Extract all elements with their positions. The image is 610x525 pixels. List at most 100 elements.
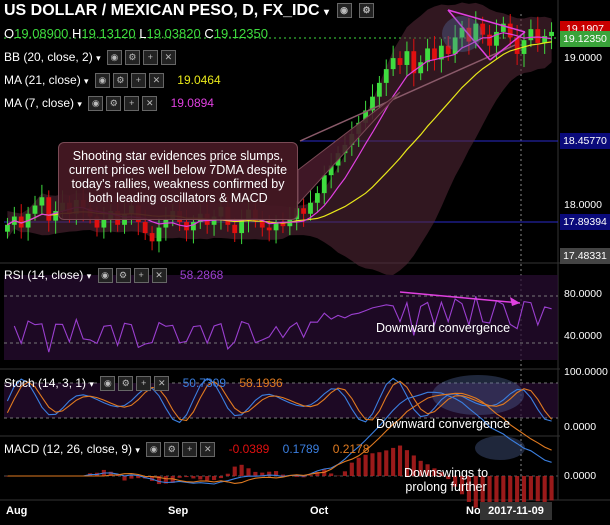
plus-icon[interactable]: + — [142, 50, 158, 66]
candle-body — [535, 29, 541, 43]
macd-histogram-bar — [308, 475, 313, 476]
candle-body — [156, 227, 162, 242]
gear-icon[interactable]: ⚙ — [118, 376, 134, 392]
ma7-value: 19.0894 — [170, 96, 214, 110]
macd-histogram-bar — [370, 453, 375, 476]
macd-histogram-bar — [535, 476, 540, 502]
indicator-rsi[interactable]: RSI (14, close) ▾ ◉ ⚙ + ✕ 58.2868 — [4, 268, 223, 284]
candle-body — [46, 197, 52, 221]
macd-note-line1: Downswings to — [404, 466, 489, 480]
close-icon[interactable]: ✕ — [200, 442, 216, 458]
indicator-stoch[interactable]: Stoch (14, 3, 1) ▾ ◉ ⚙ + ✕ 50.7309 58.1936 — [4, 376, 283, 392]
macd-histogram-bar — [329, 473, 334, 476]
chart-stage: US DOLLAR / MEXICAN PESO, D, FX_IDC ▾ ◉ … — [0, 0, 610, 520]
rsi-band — [4, 275, 558, 360]
macd-signal-value: 0.2178 — [332, 442, 370, 456]
macd-histogram-bar — [521, 476, 527, 505]
macd-histogram-bar — [528, 476, 533, 500]
crosshair-date-tag: 2017-11-09 — [480, 502, 552, 520]
analysis-annotation[interactable]: Shooting star evidences price slumps, cu… — [58, 142, 298, 220]
eye-icon[interactable]: ◉ — [88, 96, 104, 112]
low-value: 19.03820 — [146, 26, 201, 41]
x-label-aug: Aug — [6, 505, 28, 517]
candle-body — [507, 23, 513, 38]
close-icon[interactable]: ✕ — [151, 268, 167, 284]
eye-icon[interactable]: ◉ — [100, 376, 116, 392]
macd-note-line2: prolong further — [405, 480, 487, 494]
candle-body — [308, 202, 313, 214]
close-icon[interactable]: ✕ — [148, 73, 164, 89]
candle-body — [301, 208, 307, 214]
chevron-down-icon[interactable]: ▾ — [77, 99, 82, 109]
chevron-down-icon[interactable]: ▾ — [89, 379, 94, 389]
plus-icon[interactable]: + — [124, 96, 140, 112]
macd-histogram-bar — [184, 476, 189, 478]
ma21-label: MA (21, close) — [4, 73, 81, 87]
ohlc-readout: O19.08900 H19.13120 L19.03820 C19.12350 — [4, 26, 268, 41]
plus-icon[interactable]: + — [133, 268, 149, 284]
macd-histogram-bar — [542, 476, 547, 502]
macd-histogram-bar — [232, 466, 237, 476]
ma7-label: MA (7, close) — [4, 96, 75, 110]
macd-histogram-bar — [356, 457, 361, 476]
price-tag-low: 17.48331 — [560, 248, 610, 264]
candle-body — [314, 193, 320, 203]
indicator-macd[interactable]: MACD (12, 26, close, 9) ▾ ◉ ⚙ + ✕ -0.0389 0… — [4, 442, 370, 458]
plus-icon[interactable]: + — [182, 442, 198, 458]
chevron-down-icon[interactable]: ▾ — [324, 7, 329, 18]
gear-icon[interactable]: ⚙ — [358, 3, 374, 19]
ma21-value: 19.0464 — [177, 73, 221, 87]
indicator-ma21[interactable]: MA (21, close) ▾ ◉ ⚙ + ✕ 19.0464 — [4, 73, 221, 89]
macd-histogram-bar — [239, 464, 244, 476]
plus-icon[interactable]: + — [130, 73, 146, 89]
candle-body — [39, 197, 45, 206]
close-icon[interactable]: ✕ — [142, 96, 158, 112]
x-label-sep: Sep — [168, 505, 189, 517]
macd-histogram-bar — [515, 476, 520, 505]
high-value: 19.13120 — [81, 26, 136, 41]
stoch-d-value: 58.1936 — [239, 376, 283, 390]
gear-icon[interactable]: ⚙ — [164, 442, 180, 458]
gear-icon[interactable]: ⚙ — [115, 268, 131, 284]
rsi-axis-80: 80.0000 — [564, 288, 602, 300]
chevron-down-icon[interactable]: ▾ — [84, 76, 89, 86]
chart-title[interactable]: US DOLLAR / MEXICAN PESO, D, FX_IDC ▾ ◉ … — [4, 2, 374, 20]
x-label-oct: Oct — [310, 505, 329, 517]
price-label-19: 19.0000 — [564, 52, 602, 64]
indicator-bb[interactable]: BB (20, close, 2) ▾ ◉ ⚙ + ✕ — [4, 50, 176, 66]
eye-icon[interactable]: ◉ — [336, 3, 352, 19]
gear-icon[interactable]: ⚙ — [112, 73, 128, 89]
candle-body — [5, 224, 10, 232]
close-label: C — [204, 26, 214, 41]
indicator-ma7[interactable]: MA (7, close) ▾ ◉ ⚙ + ✕ 19.0894 — [4, 96, 214, 112]
chevron-down-icon[interactable]: ▾ — [96, 53, 101, 63]
close-icon[interactable]: ✕ — [160, 50, 176, 66]
macd-histogram-bar — [225, 473, 230, 476]
close-icon[interactable]: ✕ — [154, 376, 170, 392]
candle-body — [528, 29, 534, 41]
eye-icon[interactable]: ◉ — [146, 442, 162, 458]
macd-histogram-bar — [349, 462, 354, 476]
gear-icon[interactable]: ⚙ — [124, 50, 140, 66]
symbol-title: US DOLLAR / MEXICAN PESO, D, FX_IDC — [4, 2, 320, 19]
macd-histogram-bar — [129, 476, 134, 479]
candle-body — [397, 58, 403, 65]
macd-histogram-bar — [377, 452, 382, 476]
candle-body — [376, 82, 382, 97]
candle-body — [383, 69, 389, 83]
plus-icon[interactable]: + — [136, 376, 152, 392]
chevron-down-icon[interactable]: ▾ — [135, 445, 140, 455]
gear-icon[interactable]: ⚙ — [106, 96, 122, 112]
candle-body — [321, 175, 327, 194]
eye-icon[interactable]: ◉ — [106, 50, 122, 66]
chevron-down-icon[interactable]: ▾ — [87, 271, 92, 281]
eye-icon[interactable]: ◉ — [94, 73, 110, 89]
price-tag-current: 19.12350 — [560, 31, 610, 47]
macd-histogram-bar — [391, 447, 396, 476]
stoch-axis-0: 0.0000 — [564, 421, 597, 433]
macd-histogram-bar — [508, 476, 513, 506]
candle-body — [390, 58, 396, 70]
macd-label: MACD (12, 26, close, 9) — [4, 442, 133, 456]
eye-icon[interactable]: ◉ — [97, 268, 113, 284]
candle-body — [432, 48, 437, 60]
